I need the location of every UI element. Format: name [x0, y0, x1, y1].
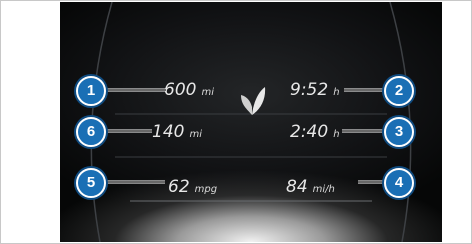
- callout-badge-2: 2: [384, 76, 414, 106]
- callout-badge-5: 5: [76, 168, 106, 198]
- callout-badge-6: 6: [76, 117, 106, 147]
- callout-badge-3: 3: [384, 117, 414, 147]
- callout-badge-4: 4: [384, 168, 414, 198]
- callout-badge-1: 1: [76, 76, 106, 106]
